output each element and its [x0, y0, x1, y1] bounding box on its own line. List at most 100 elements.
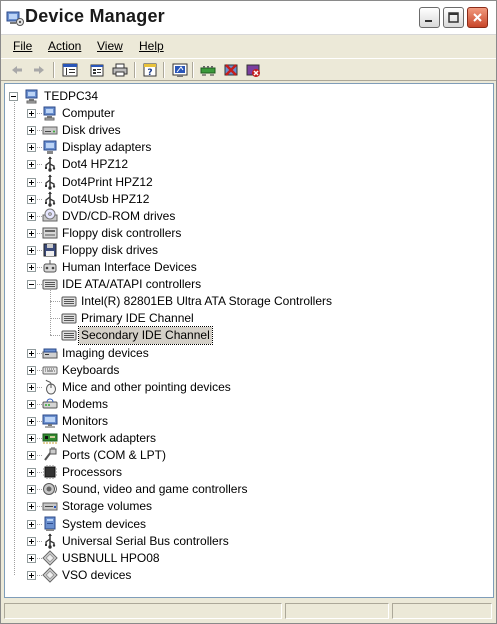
- properties-icon[interactable]: [89, 62, 105, 78]
- tree-item-label[interactable]: Storage volumes: [60, 498, 154, 515]
- tree-item-label[interactable]: TEDPC34: [42, 88, 100, 105]
- expand-icon[interactable]: [27, 365, 36, 375]
- tree-item-label[interactable]: Modems: [60, 396, 110, 413]
- tree-item-imaging-devices[interactable]: Imaging devices: [5, 345, 485, 362]
- tree-item-universal-serial-bus-controllers[interactable]: Universal Serial Bus controllers: [5, 533, 485, 550]
- forward-arrow-icon[interactable]: [31, 62, 47, 78]
- tree-item-label[interactable]: System devices: [60, 516, 148, 533]
- tree-item-dot4print-hpz12[interactable]: Dot4Print HPZ12: [5, 174, 485, 191]
- maximize-button[interactable]: [443, 7, 464, 28]
- tree-item-label[interactable]: Dot4Print HPZ12: [60, 174, 155, 191]
- expand-icon[interactable]: [27, 228, 36, 238]
- tree-item-dot4-hpz12[interactable]: Dot4 HPZ12: [5, 156, 485, 173]
- tree-item-label[interactable]: Disk drives: [60, 122, 123, 139]
- expand-icon[interactable]: [27, 485, 36, 495]
- expand-icon[interactable]: [27, 382, 36, 392]
- tree-item-label[interactable]: Intel(R) 82801EB Ultra ATA Storage Contr…: [79, 293, 334, 310]
- tree-item-label[interactable]: VSO devices: [60, 567, 133, 584]
- tree-item-label[interactable]: Processors: [60, 464, 124, 481]
- tree-item-floppy-disk-drives[interactable]: Floppy disk drives: [5, 242, 485, 259]
- expand-icon[interactable]: [27, 519, 36, 529]
- tree-item-label[interactable]: Mice and other pointing devices: [60, 379, 233, 396]
- tree-item-sound-video-and-game-controllers[interactable]: Sound, video and game controllers: [5, 481, 485, 498]
- expand-icon[interactable]: [27, 553, 36, 563]
- tree-item-disk-drives[interactable]: Disk drives: [5, 122, 485, 139]
- tree-item-label[interactable]: Dot4 HPZ12: [60, 156, 130, 173]
- tree-item-mice-and-other-pointing-devices[interactable]: Mice and other pointing devices: [5, 379, 485, 396]
- tree-item-network-adapters[interactable]: Network adapters: [5, 430, 485, 447]
- tree-item-human-interface-devices[interactable]: Human Interface Devices: [5, 259, 485, 276]
- expand-icon[interactable]: [27, 348, 36, 358]
- tree-item-ports-com-lpt[interactable]: Ports (COM & LPT): [5, 447, 485, 464]
- close-button[interactable]: [467, 7, 488, 28]
- tree-item-dvd-cd-rom-drives[interactable]: DVD/CD-ROM drives: [5, 208, 485, 225]
- uninstall-device-icon[interactable]: [245, 62, 261, 78]
- expand-icon[interactable]: [27, 502, 36, 512]
- expand-icon[interactable]: [27, 570, 36, 580]
- tree-item-label[interactable]: USBNULL HPO08: [60, 550, 162, 567]
- update-driver-icon[interactable]: [200, 62, 216, 78]
- show-hide-console-tree-icon[interactable]: [62, 62, 78, 78]
- tree-child-primary-ide-channel[interactable]: Primary IDE Channel: [5, 310, 485, 327]
- expand-icon[interactable]: [27, 263, 36, 272]
- expand-icon[interactable]: [27, 126, 36, 136]
- tree-item-floppy-disk-controllers[interactable]: Floppy disk controllers: [5, 225, 485, 242]
- scan-hardware-changes-icon[interactable]: [172, 62, 188, 78]
- tree-item-dot4usb-hpz12[interactable]: Dot4Usb HPZ12: [5, 191, 485, 208]
- tree-root-item[interactable]: TEDPC34: [5, 88, 485, 105]
- title-bar[interactable]: Device Manager: [1, 1, 496, 35]
- tree-item-label[interactable]: Keyboards: [60, 362, 121, 379]
- menu-file[interactable]: File: [13, 39, 32, 53]
- expand-icon[interactable]: [27, 451, 36, 461]
- tree-item-label[interactable]: Network adapters: [60, 430, 158, 447]
- tree-item-monitors[interactable]: Monitors: [5, 413, 485, 430]
- print-icon[interactable]: [112, 62, 128, 78]
- minimize-button[interactable]: [419, 7, 440, 28]
- tree-item-label[interactable]: Secondary IDE Channel: [78, 326, 213, 346]
- expand-icon[interactable]: [27, 109, 36, 119]
- tree-item-label[interactable]: Human Interface Devices: [60, 259, 199, 276]
- tree-item-computer[interactable]: Computer: [5, 105, 485, 122]
- expand-icon[interactable]: [27, 245, 36, 255]
- tree-item-label[interactable]: IDE ATA/ATAPI controllers: [60, 276, 203, 293]
- tree-item-processors[interactable]: Processors: [5, 464, 485, 481]
- tree-item-label[interactable]: Universal Serial Bus controllers: [60, 533, 231, 550]
- tree-item-keyboards[interactable]: Keyboards: [5, 362, 485, 379]
- tree-item-label[interactable]: Imaging devices: [60, 345, 151, 362]
- tree-item-label[interactable]: Floppy disk drives: [60, 242, 160, 259]
- expand-icon[interactable]: [27, 416, 36, 426]
- tree-item-label[interactable]: Sound, video and game controllers: [60, 481, 249, 498]
- menu-action[interactable]: Action: [48, 39, 81, 53]
- disable-device-icon[interactable]: [223, 62, 239, 78]
- tree-item-label[interactable]: Ports (COM & LPT): [60, 447, 168, 464]
- expand-icon[interactable]: [27, 177, 36, 187]
- tree-child-intel-r-82801eb-ultra-ata-storage-controllers[interactable]: Intel(R) 82801EB Ultra ATA Storage Contr…: [5, 293, 485, 310]
- expand-icon[interactable]: [27, 211, 36, 221]
- tree-item-ide-ata-atapi-controllers[interactable]: IDE ATA/ATAPI controllers: [5, 276, 485, 293]
- tree-item-label[interactable]: Dot4Usb HPZ12: [60, 191, 151, 208]
- expand-icon[interactable]: [27, 536, 36, 546]
- back-arrow-icon[interactable]: [9, 62, 25, 78]
- tree-item-label[interactable]: Monitors: [60, 413, 110, 430]
- collapse-icon[interactable]: [9, 92, 18, 101]
- expand-icon[interactable]: [27, 194, 36, 204]
- device-tree[interactable]: TEDPC34 Computer Disk drives Display adapte…: [4, 83, 494, 598]
- tree-item-system-devices[interactable]: System devices: [5, 516, 485, 533]
- menu-help[interactable]: Help: [139, 39, 164, 53]
- expand-icon[interactable]: [27, 399, 36, 409]
- tree-item-modems[interactable]: Modems: [5, 396, 485, 413]
- tree-item-display-adapters[interactable]: Display adapters: [5, 139, 485, 156]
- tree-item-label[interactable]: Floppy disk controllers: [60, 225, 183, 242]
- expand-icon[interactable]: [27, 160, 36, 170]
- tree-item-label[interactable]: Computer: [60, 105, 117, 122]
- tree-item-label[interactable]: Primary IDE Channel: [79, 310, 196, 327]
- tree-item-label[interactable]: DVD/CD-ROM drives: [60, 208, 177, 225]
- tree-item-storage-volumes[interactable]: Storage volumes: [5, 498, 485, 515]
- tree-item-vso-devices[interactable]: VSO devices: [5, 567, 485, 584]
- expand-icon[interactable]: [27, 468, 36, 478]
- menu-view[interactable]: View: [97, 39, 123, 53]
- expand-icon[interactable]: [27, 143, 36, 153]
- tree-item-usbnull-hpo08[interactable]: USBNULL HPO08: [5, 549, 485, 567]
- tree-item-label[interactable]: Display adapters: [60, 139, 153, 156]
- expand-icon[interactable]: [27, 434, 36, 443]
